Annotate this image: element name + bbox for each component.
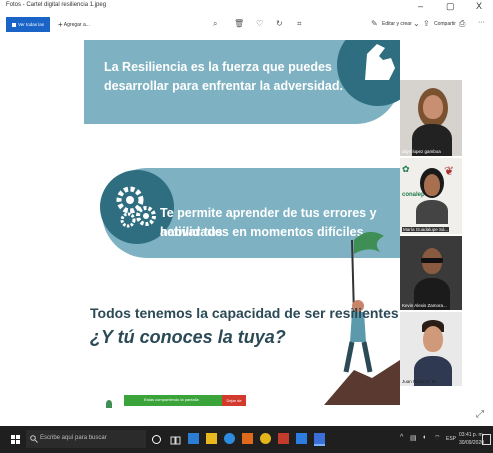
plus-icon: + xyxy=(58,20,63,29)
zoom-app-icon[interactable] xyxy=(296,433,307,444)
minimize-button[interactable]: – xyxy=(418,1,423,11)
expand-icon[interactable]: ⤢ xyxy=(476,409,484,420)
avatar-body xyxy=(416,200,448,224)
conalep-logo-text: conalep xyxy=(402,192,425,198)
strength-badge xyxy=(337,40,400,106)
edge-browser-icon[interactable] xyxy=(224,433,235,444)
edit-icon[interactable]: ✎ xyxy=(371,19,378,29)
powerpoint-app-icon[interactable] xyxy=(278,433,289,444)
search-icon xyxy=(30,435,38,443)
avatar xyxy=(423,326,443,352)
favorite-icon[interactable]: ♡ xyxy=(256,19,263,29)
participant-tile[interactable]: Kevin Alexis Zamora... xyxy=(400,236,462,310)
participant-tile[interactable]: ailyn lopez gamboa xyxy=(400,80,462,156)
title-bar: Fotos - Cartel digital resiliencia 1.jpe… xyxy=(0,0,493,14)
language-indicator[interactable]: ESP xyxy=(446,436,456,442)
print-icon[interactable]: ⎙ xyxy=(459,19,465,29)
stop-sharing-button[interactable]: Dejar de xyxy=(222,395,246,406)
clock-time[interactable]: 03:41 p. m. xyxy=(459,432,484,438)
poster-line-5: Todos tenemos la capacidad de ser resili… xyxy=(90,305,399,321)
notifications-icon[interactable] xyxy=(482,434,491,445)
search-placeholder: Escribe aquí para buscar xyxy=(40,435,107,441)
screen-share-bar: Estás compartiendo la pantalla Dejar de xyxy=(124,395,246,406)
conalep-logo-icon: ✿ xyxy=(402,164,410,174)
grid-icon xyxy=(12,22,16,27)
photos-app-icon[interactable] xyxy=(314,433,325,446)
taskbar-search-box[interactable]: Escribe aquí para buscar xyxy=(26,430,146,448)
windows-taskbar: Escribe aquí para buscar ^ ▤ ◖ ⌔ ESP 03:… xyxy=(0,426,493,453)
poster-line-2: desarrollar para enfrentar la adversidad… xyxy=(104,79,343,93)
share-button[interactable]: Compartir xyxy=(434,21,456,27)
add-to-label: Agregar a... xyxy=(63,21,90,28)
avatar xyxy=(424,174,440,196)
participant-name: Kevin Alexis Zamora... xyxy=(402,303,447,308)
cortana-icon[interactable] xyxy=(152,435,161,444)
photo-viewer: La Resiliencia es la fuerza que puedes d… xyxy=(84,40,400,410)
poster-line-1: La Resiliencia es la fuerza que puedes xyxy=(104,60,332,74)
zoom-icon[interactable]: ⌕ xyxy=(213,19,217,29)
office-app-icon[interactable] xyxy=(242,433,253,444)
rotate-icon[interactable]: ↻ xyxy=(276,19,283,29)
chevron-down-icon[interactable]: ⌄ xyxy=(413,19,420,29)
poster-line-6: ¿Y tú conoces la tuya? xyxy=(90,327,286,347)
participant-name: Juan Pablo G. M. xyxy=(402,379,437,384)
file-explorer-icon[interactable] xyxy=(206,433,217,444)
view-all-label: Ver todas las fotos xyxy=(12,22,45,42)
maximize-button[interactable]: ▢ xyxy=(446,1,455,12)
delete-icon[interactable]: 🗑 xyxy=(234,19,244,29)
participant-name: ailyn lopez gamboa xyxy=(402,149,441,154)
plant-icon xyxy=(106,400,112,408)
close-button[interactable]: X xyxy=(476,1,482,11)
chrome-browser-icon[interactable] xyxy=(260,433,271,444)
crop-icon[interactable]: ⌗ xyxy=(297,19,302,29)
participant-tile[interactable]: ✿ conalep ❦ María Guadalupe Sá... xyxy=(400,158,462,234)
flexed-arm-icon xyxy=(365,44,395,80)
tray-chevron-icon[interactable]: ^ xyxy=(400,434,403,441)
video-call-panel: ailyn lopez gamboa ✿ conalep ❦ María Gua… xyxy=(400,80,462,386)
network-icon[interactable]: ▤ xyxy=(410,434,417,442)
glasses-icon xyxy=(421,258,443,263)
participant-name: María Guadalupe Sá... xyxy=(402,227,450,232)
share-icon[interactable]: ⇪ xyxy=(423,19,430,29)
window-title: Fotos - Cartel digital resiliencia 1.jpe… xyxy=(6,2,107,8)
volume-icon[interactable]: ◖ xyxy=(422,434,426,441)
more-button[interactable]: ··· xyxy=(478,19,485,26)
participant-tile[interactable]: Juan Pablo G. M. xyxy=(400,312,462,386)
avatar xyxy=(423,95,443,119)
crest-icon: ❦ xyxy=(444,164,455,178)
windows-start-icon[interactable] xyxy=(11,435,20,444)
clock-date[interactable]: 30/09/2020 xyxy=(459,440,484,446)
share-status-text: Estás compartiendo la pantalla xyxy=(144,397,199,402)
photos-toolbar: Ver todas las fotos + Agregar a... ⌕ 🗑 ♡… xyxy=(0,14,493,42)
edit-create-button[interactable]: Editar y crear xyxy=(382,21,412,27)
task-view-icon[interactable] xyxy=(170,433,181,445)
view-all-photos-button[interactable]: Ver todas las fotos xyxy=(6,17,50,42)
add-to-button[interactable]: + Agregar a... xyxy=(58,20,90,29)
wifi-icon[interactable]: ⌔ xyxy=(434,434,441,443)
word-app-icon[interactable] xyxy=(188,433,199,444)
